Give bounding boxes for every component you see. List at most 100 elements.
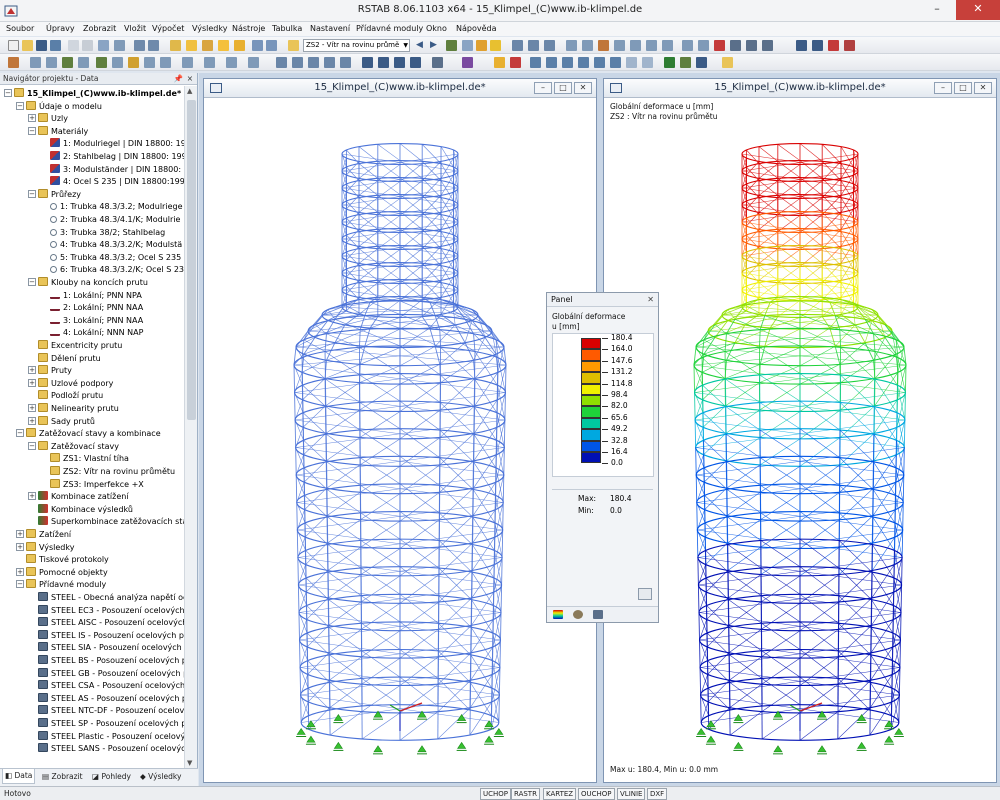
factor-icon[interactable] <box>573 610 583 619</box>
moment-mz-icon[interactable] <box>610 57 621 68</box>
menu-nastroje[interactable]: Nástroje <box>232 24 265 33</box>
tab-vysledky[interactable]: ◆ Výsledky <box>140 772 181 781</box>
deformation-result-view[interactable] <box>604 99 996 782</box>
force-n-icon[interactable] <box>530 57 541 68</box>
dimension-tool-icon[interactable] <box>144 57 155 68</box>
color-icon[interactable] <box>462 57 473 68</box>
search-icon[interactable] <box>186 40 197 51</box>
expand-icon[interactable]: + <box>16 542 24 551</box>
undo-icon[interactable] <box>134 40 145 51</box>
mirror-icon[interactable] <box>226 57 237 68</box>
animation-icon[interactable] <box>528 40 539 51</box>
menu-pridavne-moduly[interactable]: Přídavné moduly <box>356 24 423 33</box>
tab-data[interactable]: ◧ Data <box>2 769 36 784</box>
tree-node[interactable]: ZS3: Imperfekce +X <box>40 478 144 491</box>
measure-icon[interactable] <box>682 40 693 51</box>
tree-node[interactable]: + Uzly <box>28 113 68 125</box>
collapse-icon[interactable]: − <box>4 89 12 97</box>
status-rastr[interactable]: RASTR <box>511 788 540 800</box>
tree-node[interactable]: 4: Trubka 48.3/3.2/K; Modulstä <box>40 239 182 251</box>
window-minimize-button[interactable]: – <box>934 82 952 94</box>
reaction-icon[interactable] <box>626 57 637 68</box>
collapse-icon[interactable]: − <box>28 189 36 198</box>
moment-my-icon[interactable] <box>594 57 605 68</box>
expand-icon[interactable]: + <box>28 366 36 375</box>
view-z-icon[interactable] <box>324 57 335 68</box>
tree-node[interactable]: − Průřezy <box>28 188 81 201</box>
expand-icon[interactable]: + <box>28 404 36 412</box>
tab-pohledy[interactable]: ◪ Pohledy <box>92 772 131 781</box>
results-canvas[interactable]: Globální deformace u [mm] ZS2 : Vítr na … <box>604 99 996 782</box>
navigator-scrollbar[interactable]: ▲ ▼ <box>184 86 197 768</box>
table-result-icon[interactable] <box>696 57 707 68</box>
force-vz-icon[interactable] <box>562 57 573 68</box>
hinge-icon[interactable] <box>614 40 625 51</box>
panel-header[interactable]: Panel ✕ <box>547 293 658 307</box>
result-diagram-icon[interactable] <box>494 57 505 68</box>
scroll-down-icon[interactable]: ▼ <box>187 759 192 767</box>
menu-soubor[interactable]: Soubor <box>6 24 34 33</box>
tree-node[interactable]: + Zatížení <box>16 529 71 541</box>
panel-settings-button[interactable] <box>638 588 652 600</box>
camera-icon[interactable] <box>730 40 741 51</box>
window-restore-button[interactable]: □ <box>954 82 972 94</box>
tree-node[interactable]: + Pruty <box>28 365 72 377</box>
collapse-icon[interactable]: − <box>16 101 24 110</box>
guide-tool-icon[interactable] <box>160 57 171 68</box>
module-icon[interactable] <box>796 40 807 51</box>
tree-node[interactable]: 4: Ocel S 235 | DIN 18800:1990- <box>40 176 184 188</box>
tree-node[interactable]: + Kombinace zatížení <box>28 491 129 503</box>
force-vy-icon[interactable] <box>546 57 557 68</box>
tree-node[interactable]: − Zatěžovací stavy a kombinace <box>16 428 161 440</box>
hinge-tool-icon[interactable] <box>96 57 107 68</box>
tree-node[interactable]: ZS2: Vítr na rovinu průmětu <box>40 466 175 478</box>
move-icon[interactable] <box>182 57 193 68</box>
loadcase-icon[interactable] <box>288 40 299 51</box>
model-canvas[interactable] <box>204 99 596 782</box>
load-tool-icon[interactable] <box>128 57 139 68</box>
settings-icon[interactable] <box>746 40 757 51</box>
filter-icon[interactable] <box>762 40 773 51</box>
menu-upravy[interactable]: Úpravy <box>46 24 75 33</box>
node-icon[interactable] <box>598 40 609 51</box>
diagram-icon[interactable] <box>462 40 473 51</box>
redo-icon[interactable] <box>148 40 159 51</box>
tree-node[interactable]: Superkombinace zatěžovacích sta <box>28 516 184 528</box>
menu-tabulka[interactable]: Tabulka <box>272 24 302 33</box>
support-tool-icon[interactable] <box>62 57 73 68</box>
save-all-icon[interactable] <box>50 40 61 51</box>
tree-node[interactable]: ZS1: Vlastní tíha <box>40 453 129 465</box>
window-minimize-button[interactable]: – <box>534 82 552 94</box>
axis-x-icon[interactable] <box>362 57 373 68</box>
load-icon[interactable] <box>630 40 641 51</box>
grid-icon[interactable] <box>266 40 277 51</box>
tab-zobrazit[interactable]: ▤ Zobrazit <box>42 772 83 781</box>
tree-node[interactable]: 1: Modulriegel | DIN 18800: 199 <box>40 138 184 150</box>
tree-node[interactable]: STEEL AISC - Posouzení ocelových <box>28 617 184 629</box>
tree-node[interactable]: 1: Trubka 48.3/3.2; Modulriege <box>40 201 182 213</box>
tree-node[interactable]: 3: Lokální; PNN NAA <box>40 315 143 327</box>
axis-z-icon[interactable] <box>394 57 405 68</box>
next-icon[interactable]: ▶ <box>430 40 441 51</box>
view-iso-icon[interactable] <box>276 57 287 68</box>
tree-node[interactable]: STEEL IS - Posouzení ocelových pr <box>28 629 184 642</box>
expand-icon[interactable]: + <box>28 416 36 425</box>
section-tool-icon[interactable] <box>78 57 89 68</box>
tree-node[interactable]: STEEL CSA - Posouzení ocelových <box>28 680 184 692</box>
view-icon[interactable] <box>446 40 457 51</box>
tree-node[interactable]: 1: Lokální; PNN NPA <box>40 290 142 302</box>
menu-okno[interactable]: Okno <box>426 24 447 33</box>
loadcase-select[interactable]: ZS2 - Vítr na rovinu průmě ▼ <box>303 39 410 52</box>
expand-icon[interactable]: + <box>16 567 24 576</box>
display-icon[interactable] <box>432 57 443 68</box>
expand-icon[interactable]: + <box>28 378 36 387</box>
tree-node[interactable]: Tiskové protokoly <box>16 554 109 566</box>
tree-node[interactable]: + Výsledky <box>16 541 74 554</box>
filter-icon[interactable] <box>593 610 603 619</box>
result-values-icon[interactable] <box>510 57 521 68</box>
collapse-icon[interactable]: − <box>16 580 24 589</box>
tree-node[interactable]: STEEL AS - Posouzení ocelových p <box>28 692 184 705</box>
color-scale-icon[interactable] <box>553 610 563 619</box>
tree-node[interactable]: − Materiály <box>28 125 88 138</box>
copy-icon[interactable] <box>98 40 109 51</box>
